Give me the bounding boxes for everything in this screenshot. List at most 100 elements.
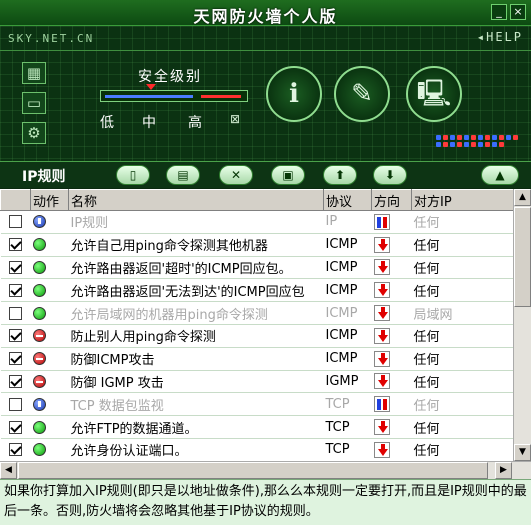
rule-remote-ip: 任何: [411, 256, 513, 280]
direction-both-icon: [373, 396, 390, 413]
minimize-button[interactable]: _: [491, 4, 507, 20]
checkbox-icon[interactable]: [9, 443, 22, 457]
deny-action-icon: [32, 352, 46, 366]
checkbox-icon[interactable]: [9, 397, 22, 411]
rule-action: [30, 438, 69, 461]
close-button[interactable]: ×: [510, 4, 526, 20]
table-row[interactable]: IP规则 IP 任何: [0, 210, 513, 234]
rule-enabled-checkbox[interactable]: [0, 210, 31, 234]
rule-direction: [371, 438, 412, 461]
status-led: [450, 142, 455, 147]
status-led: [464, 142, 469, 147]
rule-remote-ip: 任何: [411, 392, 513, 417]
column-remote-ip[interactable]: 对方IP: [411, 189, 513, 211]
checkbox-icon[interactable]: [9, 329, 22, 343]
level-low[interactable]: 低: [100, 112, 114, 132]
rule-enabled-checkbox[interactable]: [0, 233, 31, 257]
rule-protocol: TCP: [323, 438, 372, 461]
rule-name: 防御ICMP攻击: [68, 347, 324, 371]
rule-enabled-checkbox[interactable]: [0, 278, 31, 303]
rule-remote-ip: 任何: [411, 233, 513, 257]
rule-remote-ip: 任何: [411, 210, 513, 234]
column-enabled[interactable]: [0, 189, 31, 211]
gear-icon[interactable]: ⚙: [22, 122, 46, 144]
checkbox-icon[interactable]: [9, 306, 22, 320]
network-card-icon[interactable]: ▭: [22, 92, 46, 114]
collapse-button[interactable]: ▲: [481, 165, 519, 185]
checkbox-icon[interactable]: [9, 420, 22, 434]
checkbox-icon[interactable]: [9, 352, 22, 366]
deny-action-icon: [32, 374, 46, 388]
checkbox-icon[interactable]: [9, 283, 22, 297]
table-row[interactable]: 允许自己用ping命令探测其他机器 ICMP 任何: [0, 233, 513, 257]
security-level-slider[interactable]: [100, 90, 248, 102]
column-protocol[interactable]: 协议: [323, 189, 372, 211]
pencil-icon[interactable]: ✎: [334, 66, 390, 122]
rule-protocol: ICMP: [323, 278, 372, 303]
table-row[interactable]: 防御ICMP攻击 ICMP 任何: [0, 347, 513, 371]
rule-protocol: ICMP: [323, 256, 372, 280]
allow-action-icon: [32, 238, 46, 252]
rule-name: 防止别人用ping命令探测: [68, 324, 324, 348]
rule-name: 允许路由器返回'无法到达'的ICMP回应包: [68, 278, 324, 303]
move-down-button[interactable]: ⬇: [373, 165, 407, 185]
table-row[interactable]: 允许身份认证端口。 TCP 任何: [0, 438, 513, 461]
checkbox-icon[interactable]: [9, 260, 22, 274]
column-action[interactable]: 动作: [30, 189, 69, 211]
delete-rule-button[interactable]: ✕: [219, 165, 253, 185]
level-custom[interactable]: ⊠: [230, 112, 240, 126]
table-row[interactable]: 防御 IGMP 攻击 IGMP 任何: [0, 370, 513, 394]
column-direction[interactable]: 方向: [371, 189, 412, 211]
vertical-scroll-thumb[interactable]: [514, 207, 531, 307]
status-led: [471, 135, 476, 140]
edit-rule-button[interactable]: ▤: [166, 165, 200, 185]
rule-enabled-checkbox[interactable]: [0, 256, 31, 280]
add-rule-button[interactable]: ▯: [116, 165, 150, 185]
checkbox-icon[interactable]: [9, 374, 22, 388]
table-row[interactable]: 允许路由器返回'超时'的ICMP回应包。 ICMP 任何: [0, 256, 513, 280]
direction-in-icon: [373, 327, 390, 344]
rule-protocol: TCP: [323, 415, 372, 439]
rule-remote-ip: 任何: [411, 278, 513, 303]
computers-icon[interactable]: 🖳: [406, 66, 462, 122]
rule-remote-ip: 任何: [411, 347, 513, 371]
table-row[interactable]: TCP 数据包监视 TCP 任何: [0, 392, 513, 417]
direction-in-icon: [373, 282, 390, 299]
horizontal-scroll-thumb[interactable]: [18, 462, 488, 479]
checkbox-icon[interactable]: [9, 215, 22, 229]
rule-enabled-checkbox[interactable]: [0, 347, 31, 371]
table-row[interactable]: 允许FTP的数据通道。 TCP 任何: [0, 415, 513, 439]
scroll-up-icon[interactable]: ▲: [514, 189, 531, 206]
grid-icon[interactable]: ▦: [22, 62, 46, 84]
scroll-down-icon[interactable]: ▼: [514, 444, 531, 461]
rule-direction: [371, 301, 412, 325]
save-rules-button[interactable]: ▣: [271, 165, 305, 185]
rule-enabled-checkbox[interactable]: [0, 301, 31, 325]
rule-enabled-checkbox[interactable]: [0, 370, 31, 394]
scroll-right-icon[interactable]: ▶: [495, 462, 512, 479]
rule-enabled-checkbox[interactable]: [0, 438, 31, 461]
column-name[interactable]: 名称: [68, 189, 324, 211]
rule-enabled-checkbox[interactable]: [0, 392, 31, 417]
status-led: [492, 135, 497, 140]
level-medium[interactable]: 中: [142, 112, 156, 132]
rule-enabled-checkbox[interactable]: [0, 324, 31, 348]
direction-in-icon: [373, 305, 390, 322]
rule-direction: [371, 347, 412, 371]
table-row[interactable]: 防止别人用ping命令探测 ICMP 任何: [0, 324, 513, 348]
vertical-scrollbar[interactable]: ▲ ▼: [513, 189, 531, 461]
scroll-left-icon[interactable]: ◀: [0, 462, 17, 479]
move-up-button[interactable]: ⬆: [323, 165, 357, 185]
rule-action: [30, 278, 69, 303]
table-row[interactable]: 允许局域网的机器用ping命令探测 ICMP 局域网: [0, 301, 513, 325]
rule-enabled-checkbox[interactable]: [0, 415, 31, 439]
rule-direction: [371, 415, 412, 439]
direction-in-icon: [373, 236, 390, 253]
table-row[interactable]: 允许路由器返回'无法到达'的ICMP回应包 ICMP 任何: [0, 278, 513, 303]
info-icon[interactable]: ℹ: [266, 66, 322, 122]
rule-direction: [371, 256, 412, 280]
help-button[interactable]: ◂HELP: [477, 30, 523, 44]
level-high[interactable]: 高: [188, 112, 202, 132]
checkbox-icon[interactable]: [9, 238, 22, 252]
horizontal-scrollbar[interactable]: ◀ ▶: [0, 461, 531, 479]
